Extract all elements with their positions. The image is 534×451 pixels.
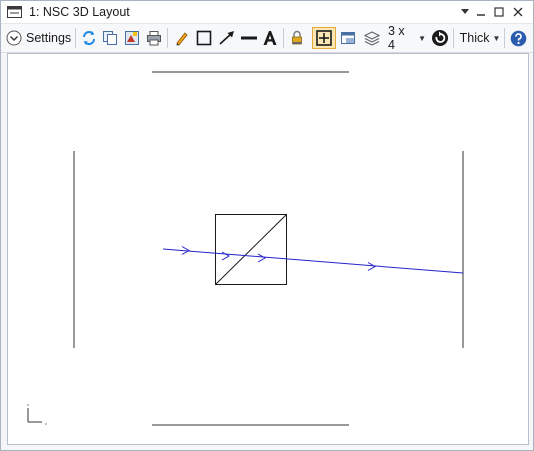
printer-icon — [147, 31, 161, 46]
layout-window-icon — [7, 5, 22, 19]
line-weight-label: Thick — [459, 31, 490, 45]
grid-size-label: 3 x 4 — [388, 24, 405, 52]
line-icon — [241, 36, 257, 40]
lock-icon — [292, 30, 302, 45]
save-button[interactable] — [123, 27, 141, 49]
rectangle-icon — [196, 30, 212, 46]
layers-button[interactable] — [363, 27, 381, 49]
save-image-icon — [125, 31, 139, 45]
ray-path — [162, 248, 464, 274]
minimize-icon[interactable] — [472, 3, 490, 21]
zoom-fit-button[interactable] — [312, 27, 336, 49]
grid-size-dropdown[interactable]: 3 x 4 ▼ — [388, 24, 426, 52]
update-button[interactable] — [80, 27, 98, 49]
toolbar-separator — [75, 28, 76, 48]
axis-label-x: x — [27, 402, 29, 407]
chevron-down-icon: ▼ — [418, 33, 426, 43]
layers-icon — [364, 31, 380, 46]
chevron-down-icon: ▼ — [492, 33, 501, 43]
help-button[interactable] — [509, 27, 527, 49]
window-layout-button[interactable] — [339, 27, 357, 49]
arrow-icon — [219, 31, 234, 45]
toolbar: Settings 3 x 4 ▼ Thick ▼ — [1, 24, 533, 53]
copy-button[interactable] — [101, 27, 119, 49]
rectangle-tool-button[interactable] — [195, 27, 213, 49]
lock-button[interactable] — [288, 27, 306, 49]
power-refresh-icon — [432, 30, 448, 46]
refresh-icon — [83, 31, 95, 45]
settings-button[interactable]: Settings — [6, 27, 71, 49]
ray-arrow — [257, 253, 267, 263]
window-layout-icon — [341, 32, 355, 44]
toolbar-separator — [283, 28, 284, 48]
auto-update-button[interactable] — [430, 27, 450, 49]
copy-icon — [103, 31, 117, 45]
arrow-tool-button[interactable] — [217, 27, 237, 49]
text-tool-button[interactable] — [261, 27, 279, 49]
text-a-icon — [263, 31, 277, 45]
help-icon — [510, 30, 526, 46]
chevron-down-circle-icon — [6, 30, 22, 46]
toolbar-separator — [504, 28, 505, 48]
zoom-fit-icon — [316, 30, 332, 46]
close-icon[interactable] — [509, 3, 527, 21]
nsc-3d-layout-window: 1: NSC 3D Layout Settings 3 x 4 ▼ Thick … — [0, 0, 534, 451]
layout-plot: x z — [27, 71, 464, 426]
settings-label: Settings — [26, 31, 72, 45]
pencil-icon — [176, 32, 188, 46]
toolbar-separator — [167, 28, 168, 48]
ray-arrow — [221, 251, 231, 261]
toolbar-separator — [453, 28, 454, 48]
axis-label-z: z — [45, 421, 47, 426]
title-bar[interactable]: 1: NSC 3D Layout — [1, 1, 533, 24]
restore-icon[interactable] — [490, 3, 508, 21]
ray-arrow — [367, 262, 377, 271]
window-title: 1: NSC 3D Layout — [29, 5, 130, 19]
beam-splitter-diagonal — [215, 214, 287, 285]
line-tool-button[interactable] — [240, 27, 258, 49]
pencil-tool-button[interactable] — [173, 27, 191, 49]
line-weight-dropdown[interactable]: Thick ▼ — [459, 27, 501, 49]
layout-canvas[interactable]: x z — [7, 53, 529, 445]
print-button[interactable] — [145, 27, 163, 49]
